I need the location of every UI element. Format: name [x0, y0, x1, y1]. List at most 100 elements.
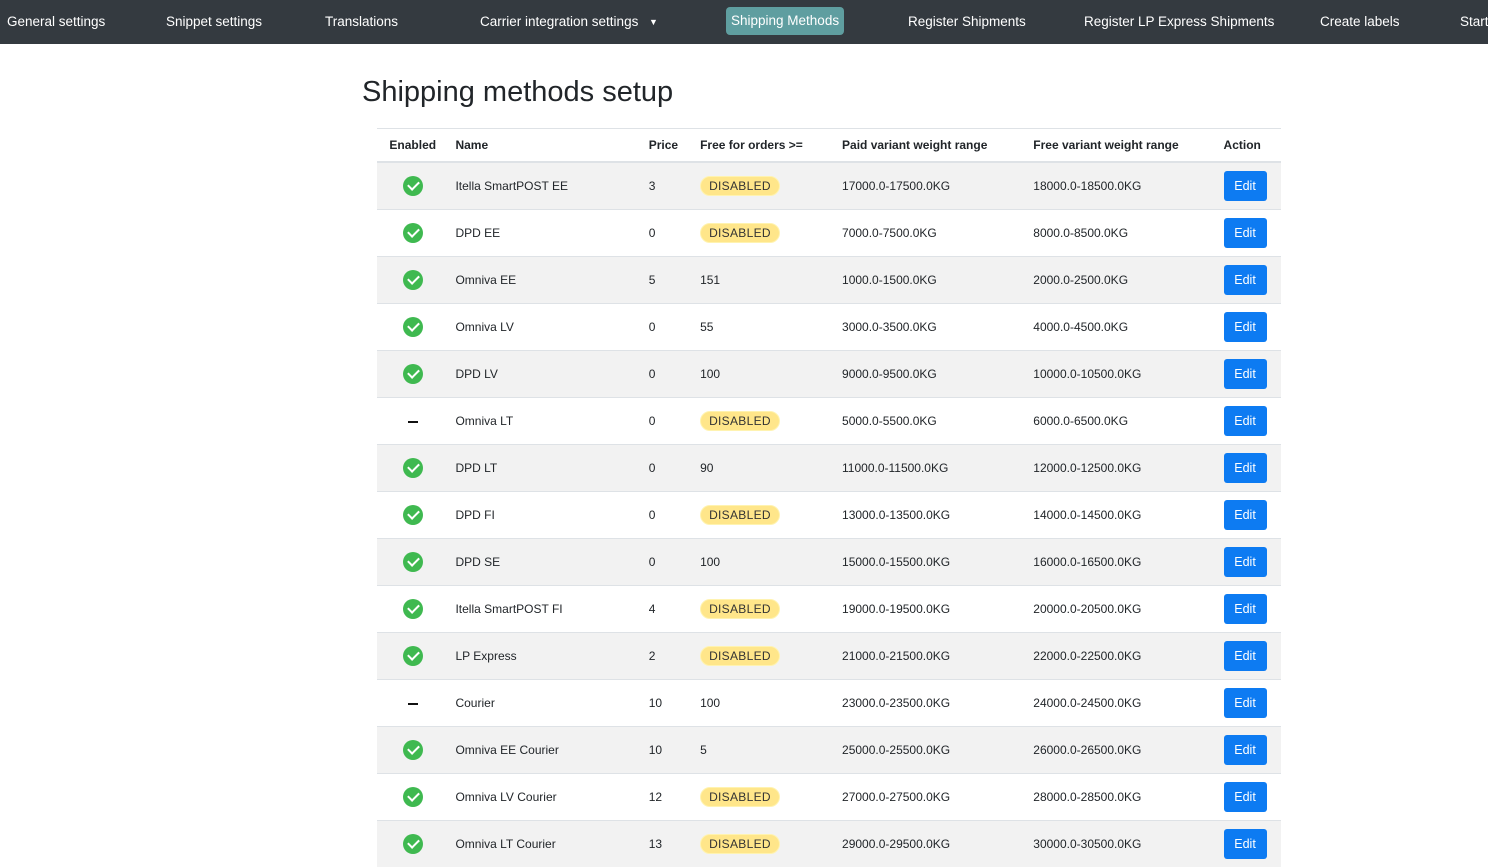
free-for-orders: DISABLED [693, 586, 835, 633]
enabled-cell [377, 586, 448, 633]
action-cell: Edit [1217, 539, 1281, 586]
free-weight-range: 2000.0-2500.0KG [1026, 257, 1216, 304]
edit-button[interactable]: Edit [1224, 688, 1267, 718]
enabled-cell [377, 351, 448, 398]
action-cell: Edit [1217, 727, 1281, 774]
edit-button[interactable]: Edit [1224, 171, 1267, 201]
check-circle-icon [403, 317, 423, 337]
disabled-badge: DISABLED [700, 834, 780, 854]
top-navbar: General settings Snippet settings Transl… [0, 0, 1488, 44]
free-for-orders: 90 [693, 445, 835, 492]
edit-button[interactable]: Edit [1224, 312, 1267, 342]
method-price: 10 [642, 680, 693, 727]
method-name: Omniva LV Courier [448, 774, 641, 821]
edit-button[interactable]: Edit [1224, 218, 1267, 248]
free-for-orders: 55 [693, 304, 835, 351]
enabled-cell [377, 633, 448, 680]
action-cell: Edit [1217, 210, 1281, 257]
disabled-badge: DISABLED [700, 223, 780, 243]
free-weight-range: 12000.0-12500.0KG [1026, 445, 1216, 492]
method-price: 13 [642, 821, 693, 867]
method-name: Omniva LT Courier [448, 821, 641, 867]
table-row: Omniva LV0553000.0-3500.0KG4000.0-4500.0… [377, 304, 1281, 351]
table-row: DPD LV01009000.0-9500.0KG10000.0-10500.0… [377, 351, 1281, 398]
table-row: DPD LT09011000.0-11500.0KG12000.0-12500.… [377, 445, 1281, 492]
method-price: 0 [642, 351, 693, 398]
free-for-orders: DISABLED [693, 398, 835, 445]
nav-register-lp-express-shipments[interactable]: Register LP Express Shipments [1084, 0, 1274, 44]
edit-button[interactable]: Edit [1224, 265, 1267, 295]
nav-snippet-settings[interactable]: Snippet settings [166, 0, 262, 44]
edit-button[interactable]: Edit [1224, 500, 1267, 530]
paid-weight-range: 23000.0-23500.0KG [835, 680, 1026, 727]
free-weight-range: 10000.0-10500.0KG [1026, 351, 1216, 398]
method-name: LP Express [448, 633, 641, 680]
table-row: Courier1010023000.0-23500.0KG24000.0-245… [377, 680, 1281, 727]
enabled-cell [377, 821, 448, 867]
nav-shipping-methods[interactable]: Shipping Methods [726, 7, 844, 35]
free-for-orders: DISABLED [693, 492, 835, 539]
table-row: Itella SmartPOST EE3DISABLED17000.0-1750… [377, 162, 1281, 210]
nav-starting[interactable]: Starti [1460, 0, 1488, 44]
edit-button[interactable]: Edit [1224, 453, 1267, 483]
method-price: 5 [642, 257, 693, 304]
paid-weight-range: 13000.0-13500.0KG [835, 492, 1026, 539]
table-header-row: Enabled Name Price Free for orders >= Pa… [377, 129, 1281, 163]
disabled-badge: DISABLED [700, 176, 780, 196]
free-for-orders: DISABLED [693, 162, 835, 210]
table-row: Omniva LV Courier12 DISABLED 27000.0-27500… [377, 774, 1281, 821]
table-row: LP Express2DISABLED21000.0-21500.0KG2200… [377, 633, 1281, 680]
caret-down-icon[interactable]: ▼ [649, 0, 658, 44]
disabled-badge: DISABLED [700, 599, 780, 619]
method-name: DPD SE [448, 539, 641, 586]
check-circle-icon [403, 176, 423, 196]
disabled-badge: DISABLED [700, 787, 780, 807]
header-price: Price [642, 129, 693, 163]
nav-create-labels[interactable]: Create labels [1320, 0, 1400, 44]
table-row: Omniva EE Courier10525000.0-25500.0KG260… [377, 727, 1281, 774]
paid-weight-range: 15000.0-15500.0KG [835, 539, 1026, 586]
edit-button[interactable]: Edit [1224, 641, 1267, 671]
header-enabled: Enabled [377, 129, 448, 163]
nav-carrier-integration-settings[interactable]: Carrier integration settings [480, 0, 638, 44]
edit-button[interactable]: Edit [1224, 735, 1267, 765]
check-circle-icon [403, 458, 423, 478]
nav-general-settings[interactable]: General settings [7, 0, 105, 44]
disabled-badge: DISABLED [700, 646, 780, 666]
check-circle-icon [403, 364, 423, 384]
action-cell: Edit [1217, 586, 1281, 633]
method-price: 12 [642, 774, 693, 821]
paid-weight-range: 27000.0-27500.0KG [835, 774, 1026, 821]
method-price: 0 [642, 210, 693, 257]
action-cell: Edit [1217, 351, 1281, 398]
nav-translations[interactable]: Translations [325, 0, 398, 44]
edit-button[interactable]: Edit [1224, 406, 1267, 436]
action-cell: Edit [1217, 774, 1281, 821]
free-weight-range: 28000.0-28500.0KG [1026, 774, 1216, 821]
free-weight-range: 16000.0-16500.0KG [1026, 539, 1216, 586]
paid-weight-range: 21000.0-21500.0KG [835, 633, 1026, 680]
free-for-orders: 5 [693, 727, 835, 774]
nav-register-shipments[interactable]: Register Shipments [908, 0, 1026, 44]
edit-button[interactable]: Edit [1224, 547, 1267, 577]
action-cell: Edit [1217, 445, 1281, 492]
free-for-orders: 100 [693, 539, 835, 586]
edit-button[interactable]: Edit [1224, 594, 1267, 624]
enabled-cell [377, 257, 448, 304]
paid-weight-range: 7000.0-7500.0KG [835, 210, 1026, 257]
paid-weight-range: 1000.0-1500.0KG [835, 257, 1026, 304]
table-row: Omniva EE51511000.0-1500.0KG2000.0-2500.… [377, 257, 1281, 304]
header-free-for-orders: Free for orders >= [693, 129, 835, 163]
method-name: Courier [448, 680, 641, 727]
check-circle-icon [403, 270, 423, 290]
edit-button[interactable]: Edit [1224, 359, 1267, 389]
enabled-cell [377, 162, 448, 210]
paid-weight-range: 9000.0-9500.0KG [835, 351, 1026, 398]
free-weight-range: 26000.0-26500.0KG [1026, 727, 1216, 774]
edit-button[interactable]: Edit [1224, 829, 1267, 859]
edit-button[interactable]: Edit [1224, 782, 1267, 812]
check-circle-icon [403, 834, 423, 854]
method-price: 0 [642, 445, 693, 492]
table-row: DPD FI0DISABLED13000.0-13500.0KG14000.0-… [377, 492, 1281, 539]
enabled-cell [377, 727, 448, 774]
